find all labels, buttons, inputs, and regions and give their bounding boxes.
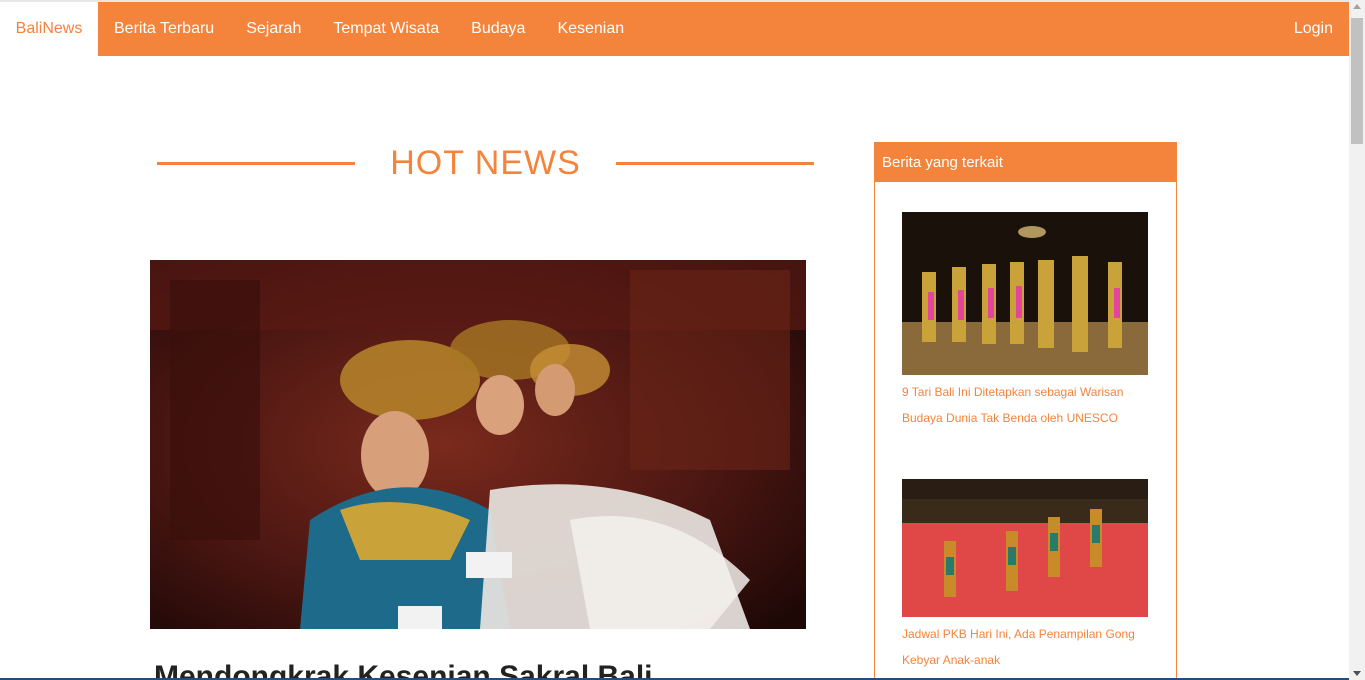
- section-heading: HOT NEWS: [157, 140, 814, 186]
- related-article-image[interactable]: [902, 479, 1148, 617]
- nav-item-kesenian[interactable]: Kesenian: [541, 2, 640, 56]
- nav-item-sejarah[interactable]: Sejarah: [230, 2, 317, 56]
- scroll-thumb[interactable]: [1351, 18, 1363, 144]
- related-article-link[interactable]: Jadwal PKB Hari Ini, Ada Penampilan Gong…: [902, 621, 1149, 673]
- scroll-down-icon[interactable]: [1353, 671, 1361, 676]
- hero-image[interactable]: [150, 260, 806, 629]
- scroll-up-icon[interactable]: [1353, 4, 1361, 9]
- related-news-panel: Berita yang terkait 9 Tari Bali Ini Dite…: [874, 142, 1177, 680]
- navbar: BaliNews Berita Terbaru Sejarah Tempat W…: [0, 2, 1349, 56]
- section-title: HOT NEWS: [390, 143, 581, 182]
- related-article-image[interactable]: [902, 212, 1148, 375]
- heading-line-left: [157, 161, 355, 165]
- vertical-scrollbar[interactable]: [1349, 0, 1365, 680]
- related-news-header: Berita yang terkait: [875, 143, 1176, 182]
- heading-line-right: [616, 161, 814, 165]
- login-link[interactable]: Login: [1278, 2, 1349, 56]
- nav-item-tempat-wisata[interactable]: Tempat Wisata: [317, 2, 455, 56]
- dancers-photo: [150, 260, 806, 629]
- nav-item-berita-terbaru[interactable]: Berita Terbaru: [98, 2, 230, 56]
- related-article-link[interactable]: 9 Tari Bali Ini Ditetapkan sebagai Waris…: [902, 379, 1149, 431]
- article-title[interactable]: Mendongkrak Kesenian Sakral Bali: [154, 660, 814, 680]
- nav-item-budaya[interactable]: Budaya: [455, 2, 541, 56]
- brand-link[interactable]: BaliNews: [0, 2, 98, 56]
- related-article-2[interactable]: Jadwal PKB Hari Ini, Ada Penampilan Gong…: [902, 479, 1149, 673]
- related-article-1[interactable]: 9 Tari Bali Ini Ditetapkan sebagai Waris…: [902, 212, 1149, 431]
